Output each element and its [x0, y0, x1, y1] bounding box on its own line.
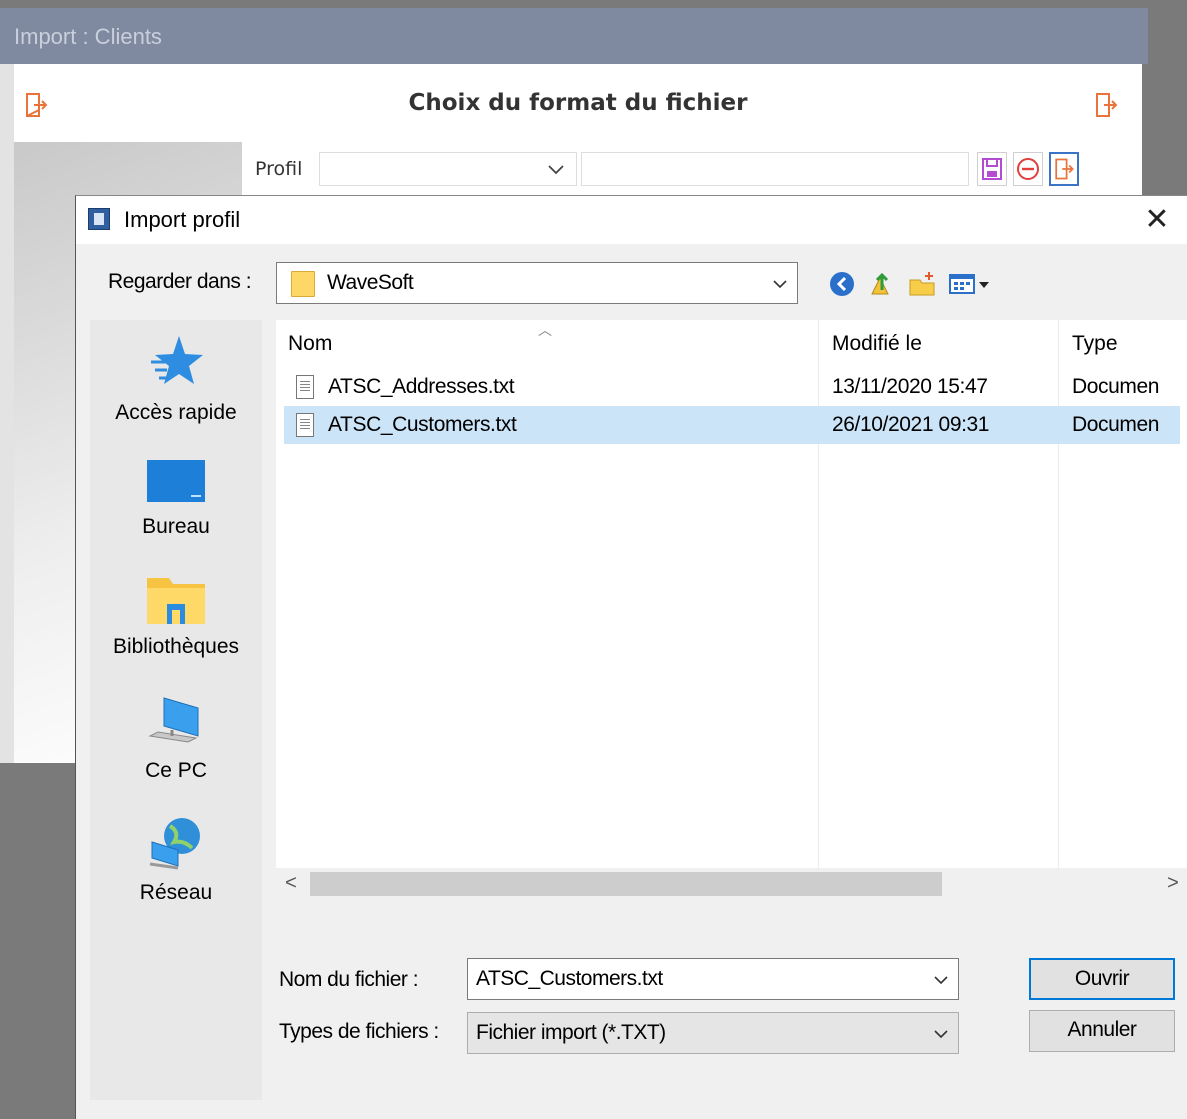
- look-in-value: WaveSoft: [327, 271, 414, 294]
- save-profile-button[interactable]: [977, 152, 1007, 186]
- navigation-toolbar: [828, 270, 992, 298]
- place-libraries[interactable]: Bibliothèques: [90, 574, 262, 659]
- file-list[interactable]: ︿ Nom Modifié le Type ATSC_Addresses.txt…: [276, 320, 1187, 898]
- view-menu-button[interactable]: [948, 270, 992, 298]
- up-folder-icon: [871, 272, 889, 295]
- scrollbar-thumb[interactable]: [310, 872, 942, 896]
- delete-profile-button[interactable]: [1013, 152, 1043, 186]
- this-pc-icon: [148, 697, 199, 743]
- profile-name-input[interactable]: [581, 152, 969, 186]
- places-bar: Accès rapide Bureau Bibliothèques Ce PC …: [90, 320, 262, 1100]
- dialog-title-bar: Import profil ✕: [76, 196, 1187, 244]
- import-profile-button[interactable]: [1049, 152, 1079, 186]
- profile-select[interactable]: [319, 152, 577, 186]
- file-row-selected[interactable]: ATSC_Customers.txt 26/10/2021 09:31 Docu…: [284, 406, 1180, 444]
- look-in-combo[interactable]: WaveSoft: [276, 262, 798, 304]
- file-modified: 13/11/2020 15:47: [832, 375, 988, 398]
- chevron-down-icon[interactable]: [932, 1025, 950, 1043]
- text-file-icon: [296, 375, 314, 399]
- open-button[interactable]: Ouvrir: [1029, 958, 1175, 1000]
- file-type: Documen: [1072, 375, 1160, 398]
- file-modified: 26/10/2021 09:31: [832, 413, 990, 436]
- horizontal-scrollbar[interactable]: < >: [276, 868, 1187, 898]
- chevron-down-icon[interactable]: [932, 971, 950, 989]
- quick-access-star-icon: [151, 336, 203, 384]
- file-name-combo[interactable]: ATSC_Customers.txt: [467, 958, 959, 1000]
- scroll-left-icon[interactable]: <: [276, 868, 306, 898]
- place-network[interactable]: Réseau: [90, 816, 262, 905]
- profile-row: Profil: [255, 151, 1079, 187]
- exit-icon[interactable]: [1094, 90, 1118, 120]
- back-button[interactable]: [828, 270, 856, 298]
- view-grid-icon: [949, 274, 989, 294]
- chevron-down-icon: [773, 280, 787, 289]
- file-row[interactable]: ATSC_Addresses.txt 13/11/2020 15:47 Docu…: [284, 368, 1180, 406]
- network-icon: [149, 818, 200, 870]
- text-file-icon: [296, 413, 314, 437]
- new-folder-button[interactable]: [908, 270, 936, 298]
- place-this-pc[interactable]: Ce PC: [90, 696, 262, 783]
- desktop-icon: [147, 460, 205, 502]
- remove-icon: [1017, 158, 1039, 180]
- profile-label: Profil: [255, 158, 303, 180]
- dialog-title: Import profil: [124, 207, 241, 232]
- profile-toolbar: [977, 152, 1079, 186]
- file-name-value: ATSC_Customers.txt: [476, 967, 663, 990]
- place-desktop[interactable]: Bureau: [90, 456, 262, 539]
- place-label: Réseau: [139, 881, 213, 904]
- cancel-button[interactable]: Annuler: [1029, 1010, 1175, 1052]
- place-label: Bureau: [142, 515, 210, 538]
- file-type-value: Fichier import (*.TXT): [476, 1021, 666, 1044]
- close-icon[interactable]: ✕: [1139, 202, 1175, 238]
- sort-ascending-icon: ︿: [538, 322, 552, 338]
- up-folder-button[interactable]: [868, 270, 896, 298]
- place-quick-access[interactable]: Accès rapide: [90, 332, 262, 425]
- app-icon: [88, 208, 110, 230]
- column-header-name[interactable]: Nom: [288, 320, 332, 368]
- folder-icon: [291, 271, 315, 297]
- scroll-right-icon[interactable]: >: [1158, 868, 1187, 898]
- background-title-bar: Import : Clients: [0, 8, 1148, 64]
- libraries-icon: [147, 578, 205, 624]
- column-header-modified[interactable]: Modifié le: [832, 320, 922, 368]
- chevron-down-icon: [548, 165, 564, 175]
- look-in-label: Regarder dans :: [108, 270, 252, 293]
- import-icon: [1055, 158, 1074, 180]
- background-header: Choix du format du fichier: [14, 64, 1142, 142]
- file-name-label: Nom du fichier :: [279, 968, 419, 991]
- column-header-type[interactable]: Type: [1072, 320, 1118, 368]
- file-type: Documen: [1072, 413, 1160, 436]
- place-label: Ce PC: [145, 759, 207, 782]
- file-type-label: Types de fichiers :: [279, 1020, 439, 1043]
- format-choice-title: Choix du format du fichier: [408, 90, 748, 116]
- place-label: Accès rapide: [115, 401, 237, 424]
- save-icon: [982, 158, 1002, 180]
- exit-icon[interactable]: [24, 90, 48, 120]
- new-folder-icon: [909, 272, 935, 296]
- file-type-combo[interactable]: Fichier import (*.TXT): [467, 1012, 959, 1054]
- place-label: Bibliothèques: [112, 635, 240, 658]
- file-name: ATSC_Addresses.txt: [328, 375, 515, 398]
- import-profile-dialog: Import profil ✕ Regarder dans : WaveSoft…: [75, 195, 1187, 1119]
- back-arrow-icon: [830, 272, 854, 296]
- file-name: ATSC_Customers.txt: [328, 413, 517, 436]
